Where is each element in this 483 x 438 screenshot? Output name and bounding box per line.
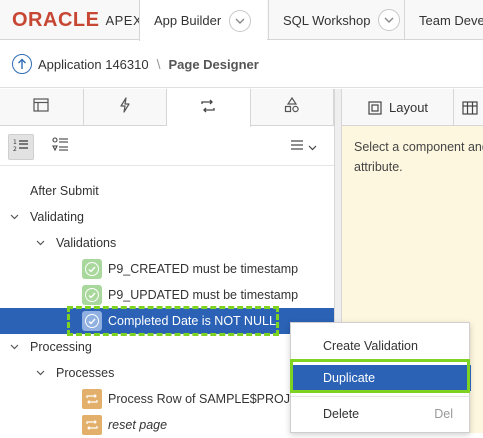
tree-node-label: Processes bbox=[56, 366, 115, 380]
menu-item-create-validation[interactable]: Create Validation bbox=[291, 333, 471, 359]
menu-item-delete[interactable]: Delete Del bbox=[291, 401, 471, 427]
tree-toolbar: 12 bbox=[0, 126, 334, 166]
tree-node-processing[interactable]: Processing bbox=[0, 334, 334, 360]
tab-dynamic-actions[interactable] bbox=[84, 89, 167, 126]
apex-wordmark: APEX bbox=[105, 12, 143, 28]
up-arrow-icon[interactable] bbox=[12, 54, 32, 74]
caret-down-icon[interactable] bbox=[8, 211, 20, 223]
breadcrumb-separator: \ bbox=[156, 56, 161, 72]
tree-node-label: After Submit bbox=[30, 184, 99, 198]
process-icon bbox=[82, 389, 102, 409]
tree-node-label: P9_CREATED must be timestamp bbox=[108, 262, 299, 276]
process-icon bbox=[82, 415, 102, 435]
menu-separator bbox=[291, 396, 471, 397]
oracle-wordmark: ORACLE bbox=[12, 8, 100, 31]
caret-down-icon[interactable] bbox=[34, 367, 46, 379]
chevron-down-icon bbox=[308, 138, 317, 156]
caret-down-icon[interactable] bbox=[8, 341, 20, 353]
svg-text:2: 2 bbox=[13, 146, 17, 152]
tab-rendering[interactable] bbox=[0, 89, 84, 126]
tab-gallery[interactable] bbox=[454, 89, 483, 126]
shapes-icon bbox=[284, 96, 300, 118]
menu-item-shortcut: Del bbox=[434, 407, 453, 421]
tab-layout[interactable]: Layout bbox=[342, 89, 454, 126]
grid-icon bbox=[462, 100, 478, 115]
breadcrumb-current-page: Page Designer bbox=[168, 56, 259, 72]
tree-node-label: Validations bbox=[56, 236, 117, 250]
processing-icon bbox=[199, 98, 217, 119]
tree-node-process[interactable]: Process Row of SAMPLE$PROJEC bbox=[0, 386, 334, 412]
tree-node-validation[interactable]: P9_UPDATED must be timestamp bbox=[0, 282, 334, 308]
breadcrumb: Application 146310 \ Page Designer bbox=[0, 41, 483, 88]
tree-node-label: Processing bbox=[30, 340, 92, 354]
tree-node-validating[interactable]: Validating bbox=[0, 204, 334, 230]
nav-tab-sql-workshop[interactable]: SQL Workshop bbox=[268, 0, 404, 40]
tab-layout-label: Layout bbox=[389, 100, 429, 115]
breadcrumb-application-link[interactable]: Application 146310 bbox=[38, 57, 149, 72]
top-navigation-bar: ORACLE APEX App Builder SQL Workshop Tea… bbox=[0, 0, 483, 41]
menu-item-highlight bbox=[290, 359, 470, 393]
selection-highlight bbox=[67, 306, 279, 336]
tree-node-validation[interactable]: P9_CREATED must be timestamp bbox=[0, 256, 334, 282]
layout-icon bbox=[368, 100, 382, 115]
tree-node-label: Validating bbox=[30, 210, 84, 224]
page-designer-tree-panel: 12 After Submit Validating Validations P… bbox=[0, 89, 334, 435]
chevron-down-icon[interactable] bbox=[378, 9, 401, 31]
tree-node-label: Process Row of SAMPLE$PROJEC bbox=[108, 392, 308, 406]
caret-down-icon[interactable] bbox=[34, 237, 46, 249]
menu-item-label: Delete bbox=[323, 407, 360, 421]
nav-tab-team-development[interactable]: Team Develo bbox=[404, 0, 483, 40]
tab-processing[interactable] bbox=[167, 89, 251, 127]
sequence-view-button[interactable]: 12 bbox=[8, 134, 34, 160]
tree-node-label: reset page bbox=[108, 418, 168, 432]
property-editor-message: Select a component and attribute. bbox=[354, 140, 483, 174]
nav-tab-label: SQL Workshop bbox=[283, 12, 371, 28]
tree-menu-button[interactable] bbox=[286, 134, 320, 160]
validation-icon bbox=[82, 285, 102, 305]
tree-node-processes[interactable]: Processes bbox=[0, 360, 334, 386]
tree-node-after-submit[interactable]: After Submit bbox=[0, 178, 334, 204]
rendering-icon bbox=[33, 98, 49, 117]
tab-shared-components[interactable] bbox=[251, 89, 334, 126]
nav-tab-label: Team Develo bbox=[419, 12, 483, 28]
menu-item-label: Create Validation bbox=[323, 339, 418, 353]
tree-node-validations[interactable]: Validations bbox=[0, 230, 334, 256]
numbered-list-icon: 12 bbox=[13, 138, 29, 157]
tree-node-process[interactable]: reset page bbox=[0, 412, 334, 438]
validation-icon bbox=[82, 259, 102, 279]
nav-tab-app-builder[interactable]: App Builder bbox=[139, 0, 267, 41]
chevron-down-icon[interactable] bbox=[229, 9, 252, 32]
nav-tab-label: App Builder bbox=[154, 13, 222, 28]
tree-node-label: P9_UPDATED must be timestamp bbox=[108, 288, 299, 302]
svg-text:1: 1 bbox=[13, 139, 17, 146]
grouped-view-button[interactable] bbox=[48, 134, 74, 160]
grouped-list-icon bbox=[52, 136, 70, 158]
oracle-apex-logo[interactable]: ORACLE APEX bbox=[12, 8, 142, 32]
lightning-icon bbox=[119, 97, 131, 118]
menu-icon bbox=[290, 138, 304, 156]
right-panel-tabs: Layout bbox=[342, 89, 483, 126]
tree-tabs bbox=[0, 89, 334, 127]
